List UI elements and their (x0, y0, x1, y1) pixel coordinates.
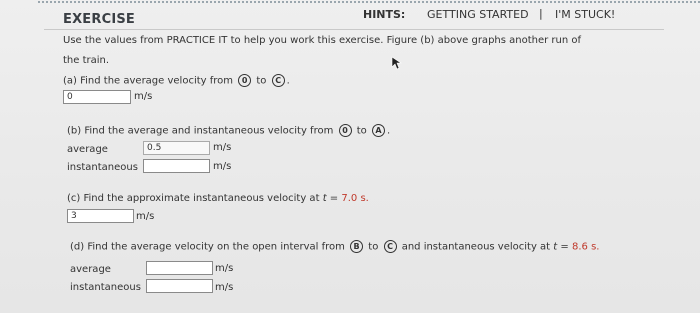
part-d-instantaneous-input[interactable] (146, 279, 213, 293)
part-d-mid: and instantaneous velocity at (401, 241, 551, 253)
part-a-unit: m/s (134, 91, 153, 102)
part-a-to: to (256, 75, 267, 87)
part-b-end: . (386, 125, 391, 137)
part-b-average-input[interactable]: 0.5 (143, 141, 210, 155)
part-c-input[interactable]: 3 (67, 209, 134, 223)
part-a-question: (a) Find the average velocity from 0 to … (63, 74, 290, 87)
part-d-value: 8.6 s. (571, 241, 600, 253)
part-c-variable: t (322, 193, 327, 204)
intro-line-1: Use the values from PRACTICE IT to help … (63, 35, 582, 46)
part-b-average-label: average (67, 144, 108, 155)
part-b-question: (b) Find the average and instantaneous v… (67, 124, 390, 137)
part-b-instantaneous-input[interactable] (143, 159, 210, 173)
hints-label: HINTS: (363, 8, 406, 21)
point-c-icon: C (383, 240, 397, 253)
part-d-eq: = (560, 241, 569, 253)
part-b-instantaneous-unit: m/s (213, 161, 232, 172)
part-b-to: to (356, 125, 367, 137)
part-d-to: to (368, 241, 379, 253)
part-a-input[interactable]: 0 (63, 90, 131, 104)
part-d-instantaneous-label: instantaneous (70, 282, 141, 293)
part-c-eq: = (329, 193, 339, 204)
part-c-unit: m/s (136, 211, 155, 222)
part-d-variable: t (553, 241, 558, 253)
part-d-average-input[interactable] (146, 261, 213, 275)
part-b-prefix: (b) Find the average and instantaneous v… (67, 125, 334, 137)
header-divider (44, 29, 664, 30)
part-c-prefix: (c) Find the approximate instantaneous v… (67, 193, 320, 204)
point-b-icon: B (350, 240, 364, 253)
point-0-icon: 0 (238, 74, 252, 87)
part-d-instantaneous-unit: m/s (215, 282, 234, 293)
im-stuck-link[interactable]: I'M STUCK! (555, 8, 615, 21)
part-d-average-unit: m/s (215, 263, 234, 274)
part-d-question: (d) Find the average velocity on the ope… (70, 240, 599, 253)
part-b-average-unit: m/s (213, 142, 232, 153)
part-a-end: . (286, 75, 290, 87)
top-dotted-border (38, 1, 700, 3)
point-0-icon: 0 (338, 124, 352, 137)
mouse-cursor-icon (391, 56, 402, 70)
point-a-icon: A (371, 124, 385, 137)
part-c-value: 7.0 s. (341, 193, 369, 204)
exercise-title: EXERCISE (63, 12, 136, 27)
part-d-prefix: (d) Find the average velocity on the ope… (70, 241, 345, 253)
part-d-average-label: average (70, 264, 111, 275)
intro-line-2: the train. (63, 55, 110, 66)
getting-started-link[interactable]: GETTING STARTED (427, 8, 529, 21)
part-b-instantaneous-label: instantaneous (67, 162, 138, 173)
part-a-prefix: (a) Find the average velocity from (63, 75, 234, 87)
hints-separator: | (539, 7, 543, 20)
point-c-icon: C (271, 74, 285, 87)
part-c-question: (c) Find the approximate instantaneous v… (67, 193, 369, 204)
